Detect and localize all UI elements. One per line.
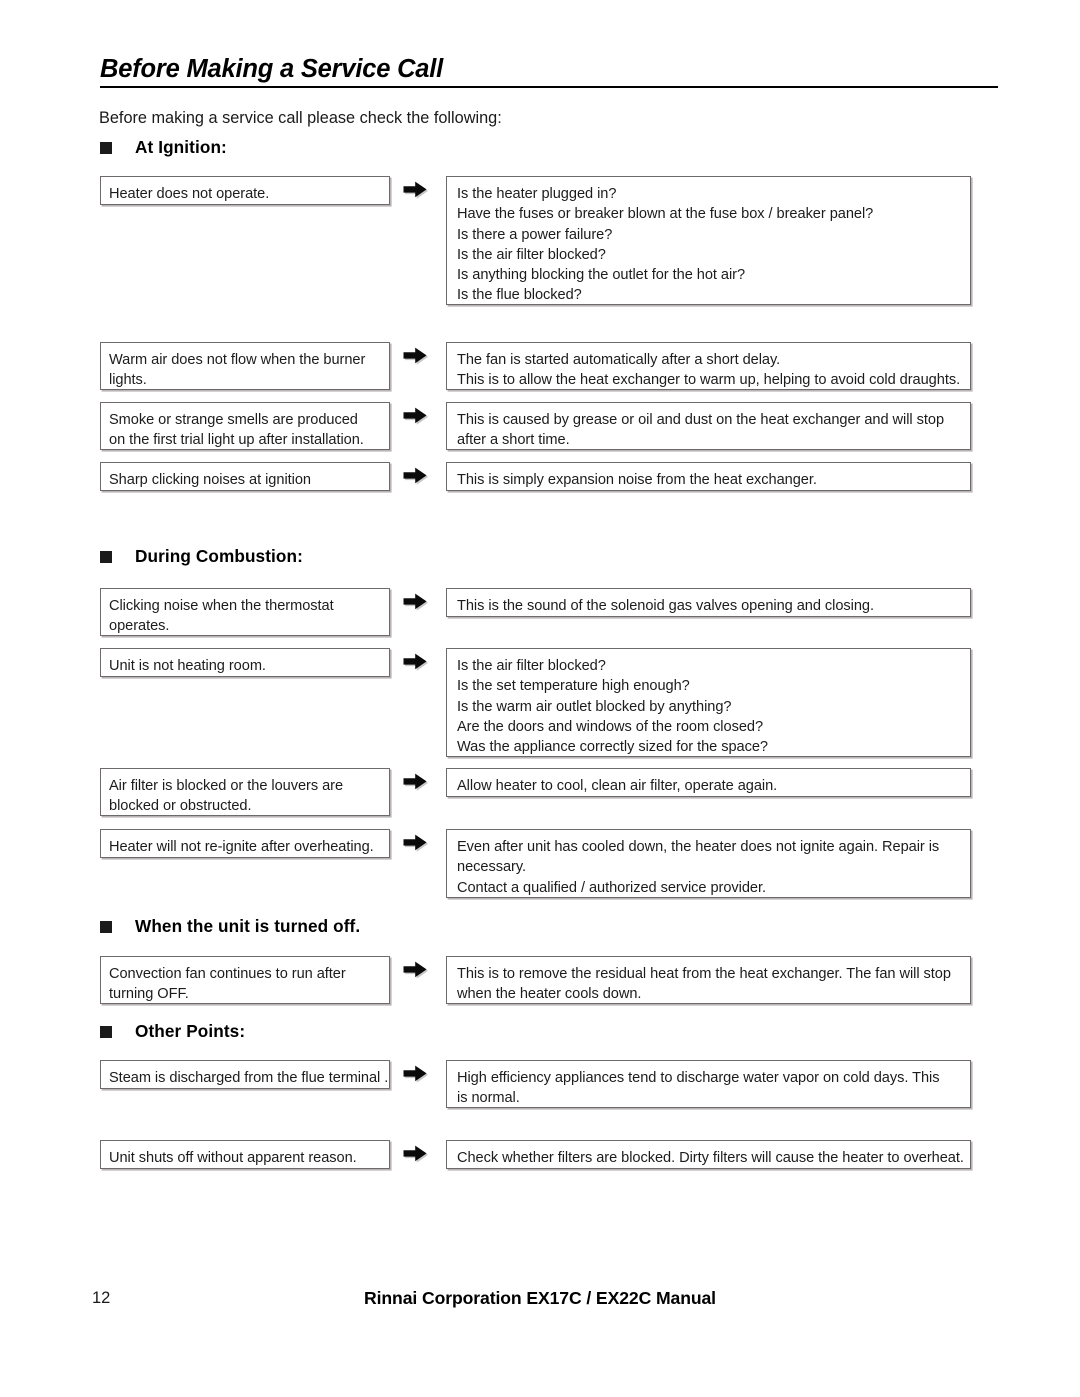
answer-box: High efficiency appliances tend to disch…	[446, 1060, 971, 1108]
right-arrow-icon	[401, 405, 429, 427]
section-heading-when-turned-off: When the unit is turned off.	[100, 916, 360, 937]
answer-line: Is the warm air outlet blocked by anythi…	[457, 698, 732, 715]
problem-line: Warm air does not flow when the burner	[109, 352, 366, 368]
page-title-block: Before Making a Service Call	[100, 55, 998, 89]
section-heading-label: During Combustion:	[135, 546, 303, 566]
section-heading-at-ignition: At Ignition:	[100, 137, 227, 158]
problem-line: Unit shuts off without apparent reason.	[109, 1150, 357, 1166]
answer-line: This is to allow the heat exchanger to w…	[457, 372, 961, 389]
intro-text: Before making a service call please chec…	[99, 109, 502, 127]
answer-box: The fan is started automatically after a…	[446, 342, 971, 390]
problem-box: Heater does not operate.	[100, 176, 390, 205]
right-arrow-icon	[401, 651, 429, 673]
answer-line: Is the air filter blocked?	[457, 246, 606, 263]
right-arrow-icon	[401, 179, 429, 201]
answer-box: Even after unit has cooled down, the hea…	[446, 829, 971, 898]
problem-box: Unit is not heating room.	[100, 648, 390, 677]
section-heading-label: Other Points:	[135, 1021, 246, 1041]
answer-box: This is simply expansion noise from the …	[446, 462, 971, 491]
right-arrow-icon	[401, 959, 429, 981]
answer-line: Is the flue blocked?	[457, 287, 582, 304]
answer-box: Check whether filters are blocked. Dirty…	[446, 1140, 971, 1169]
answer-line: This is to remove the residual heat from…	[457, 966, 951, 982]
answer-line: is normal.	[457, 1090, 520, 1107]
answer-line: Was the appliance correctly sized for th…	[457, 739, 768, 756]
answer-line: Is the heater plugged in?	[457, 186, 617, 202]
problem-line: Unit is not heating room.	[109, 658, 266, 674]
answer-line: Is anything blocking the outlet for the …	[457, 267, 746, 284]
document-page: Before Making a Service Call Before maki…	[0, 0, 1080, 1397]
answer-line: necessary.	[457, 859, 526, 876]
problem-line: on the first trial light up after instal…	[109, 432, 364, 449]
black-square-bullet-icon	[100, 141, 112, 154]
problem-line: lights.	[109, 372, 147, 389]
answer-line: Is there a power failure?	[457, 226, 613, 243]
answer-box: This is the sound of the solenoid gas va…	[446, 588, 971, 617]
answer-box: This is caused by grease or oil and dust…	[446, 402, 971, 450]
answer-line: when the heater cools down.	[457, 986, 642, 1003]
black-square-bullet-icon	[100, 1025, 112, 1038]
problem-box: Warm air does not flow when the burner li…	[100, 342, 390, 390]
right-arrow-icon	[401, 465, 429, 487]
problem-line: blocked or obstructed.	[109, 798, 252, 815]
black-square-bullet-icon	[100, 920, 112, 933]
problem-box: Steam is discharged from the flue termin…	[100, 1060, 390, 1089]
problem-line: Sharp clicking noises at ignition	[109, 472, 311, 488]
answer-line: Are the doors and windows of the room cl…	[457, 718, 764, 735]
section-heading-label: When the unit is turned off.	[135, 916, 361, 936]
answer-box: Allow heater to cool, clean air filter, …	[446, 768, 971, 797]
answer-line: Is the set temperature high enough?	[457, 678, 690, 695]
problem-box: Smoke or strange smells are produced on t…	[100, 402, 390, 450]
right-arrow-icon	[401, 591, 429, 613]
page-title: Before Making a Service Call	[100, 55, 444, 83]
answer-line: This is simply expansion noise from the …	[457, 472, 817, 488]
right-arrow-icon	[401, 1143, 429, 1165]
problem-box: Heater will not re-ignite after overheat…	[100, 829, 390, 858]
problem-line: Air filter is blocked or the louvers are	[109, 778, 344, 794]
answer-line: Allow heater to cool, clean air filter, …	[457, 778, 778, 794]
answer-line: Check whether filters are blocked. Dirty…	[457, 1150, 964, 1166]
answer-line: Contact a qualified / authorized service…	[457, 879, 767, 896]
answer-line: Even after unit has cooled down, the hea…	[457, 839, 940, 855]
section-heading-label: At Ignition:	[135, 137, 227, 157]
answer-box: Is the heater plugged in? Have the fuses …	[446, 176, 971, 305]
problem-line: Smoke or strange smells are produced	[109, 412, 358, 428]
problem-box: Unit shuts off without apparent reason.	[100, 1140, 390, 1169]
black-square-bullet-icon	[100, 550, 112, 563]
footer-manual-title: Rinnai Corporation EX17C / EX22C Manual	[364, 1288, 716, 1308]
problem-line: Convection fan continues to run after	[109, 966, 346, 982]
section-heading-other-points: Other Points:	[100, 1021, 245, 1042]
problem-line: Heater will not re-ignite after overheat…	[109, 839, 374, 855]
right-arrow-icon	[401, 832, 429, 854]
right-arrow-icon	[401, 345, 429, 367]
answer-box: This is to remove the residual heat from…	[446, 956, 971, 1004]
problem-box: Sharp clicking noises at ignition	[100, 462, 390, 491]
answer-box: Is the air filter blocked? Is the set tem…	[446, 648, 971, 757]
problem-line: Heater does not operate.	[109, 186, 270, 202]
answer-line: High efficiency appliances tend to disch…	[457, 1070, 940, 1086]
answer-line: The fan is started automatically after a…	[457, 352, 781, 368]
answer-line: This is caused by grease or oil and dust…	[457, 412, 945, 428]
problem-box: Air filter is blocked or the louvers are…	[100, 768, 390, 816]
title-underline-rule	[100, 86, 998, 89]
answer-line: Have the fuses or breaker blown at the f…	[457, 206, 874, 223]
problem-line: Clicking noise when the thermostat	[109, 598, 334, 614]
right-arrow-icon	[401, 1063, 429, 1085]
problem-box: Convection fan continues to run after tur…	[100, 956, 390, 1004]
right-arrow-icon	[401, 771, 429, 793]
section-heading-during-combustion: During Combustion:	[100, 546, 303, 567]
problem-box: Clicking noise when the thermostat operat…	[100, 588, 390, 636]
answer-line: Is the air filter blocked?	[457, 658, 606, 674]
problem-line: operates.	[109, 618, 170, 635]
problem-line: Steam is discharged from the flue termin…	[109, 1070, 389, 1086]
problem-line: turning OFF.	[109, 986, 189, 1003]
answer-line: after a short time.	[457, 432, 570, 449]
answer-line: This is the sound of the solenoid gas va…	[457, 598, 874, 614]
